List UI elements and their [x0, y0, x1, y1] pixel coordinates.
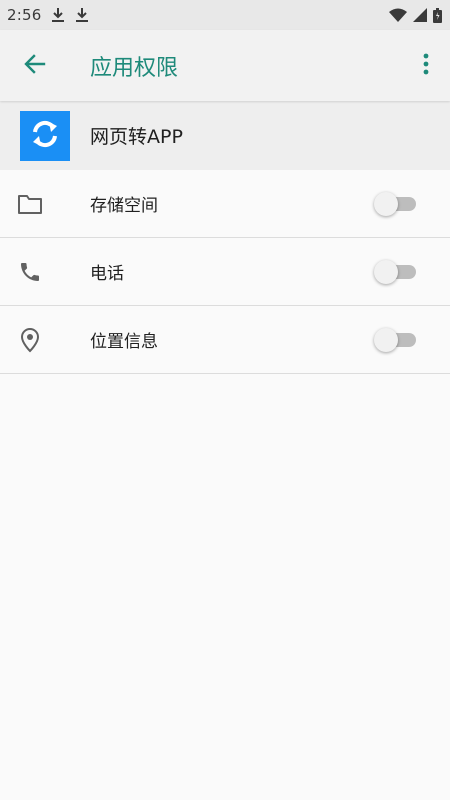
- status-right: [389, 7, 442, 23]
- app-permissions-screen: 2:56 应用权限 网页转APP 存储空间 电话 位置信息: [0, 0, 450, 800]
- overflow-menu-button[interactable]: [416, 46, 436, 86]
- status-time: 2:56: [7, 6, 42, 24]
- app-name: 网页转APP: [90, 126, 183, 148]
- wifi-icon: [389, 8, 407, 22]
- permission-item-storage[interactable]: 存储空间: [0, 170, 450, 238]
- permission-item-phone[interactable]: 电话: [0, 238, 450, 306]
- location-pin-icon: [0, 327, 60, 353]
- storage-toggle[interactable]: [374, 191, 416, 216]
- permission-item-location[interactable]: 位置信息: [0, 306, 450, 374]
- download-icon: [51, 7, 65, 23]
- phone-toggle[interactable]: [374, 259, 416, 284]
- toolbar: 应用权限: [0, 30, 450, 101]
- app-icon: [20, 110, 70, 161]
- signal-icon: [413, 8, 427, 22]
- more-vert-icon: [423, 53, 429, 79]
- folder-icon: [0, 193, 60, 215]
- app-header: 网页转APP: [0, 101, 450, 170]
- phone-icon: [0, 260, 60, 284]
- location-toggle[interactable]: [374, 327, 416, 352]
- download-icon: [75, 7, 89, 23]
- permission-label: 存储空间: [90, 196, 158, 216]
- toggle-thumb: [374, 259, 398, 284]
- arrow-back-icon: [23, 52, 47, 80]
- page-title: 应用权限: [90, 55, 179, 81]
- sync-icon: [27, 116, 63, 156]
- toggle-thumb: [374, 191, 398, 216]
- status-left: 2:56: [7, 6, 89, 24]
- battery-icon: [433, 7, 442, 23]
- toggle-thumb: [374, 327, 398, 352]
- permission-label: 电话: [90, 264, 124, 284]
- permission-label: 位置信息: [90, 332, 158, 352]
- permission-list: 存储空间 电话 位置信息: [0, 170, 450, 374]
- status-bar: 2:56: [0, 0, 450, 30]
- back-button[interactable]: [0, 30, 70, 101]
